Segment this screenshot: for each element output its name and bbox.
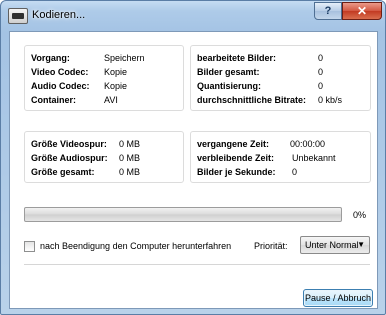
chevron-down-icon: ▼ [357,240,365,249]
video-size-value: 0 MB [119,139,141,149]
container-value: AVI [104,95,118,105]
priority-selected-value: Unter Normal [305,240,359,250]
video-codec-label: Video Codec: [31,67,89,77]
encode-progress-bar [24,207,342,222]
size-panel: Größe Videospur: 0 MB Größe Audiospur: 0… [24,131,184,183]
close-button[interactable]: ✕ [342,2,382,20]
fps-label: Bilder je Sekunde: [197,167,276,177]
audio-size-value: 0 MB [119,153,141,163]
processed-frames-label: bearbeitete Bilder: [197,53,277,63]
shutdown-checkbox[interactable] [24,241,35,252]
quantization-label: Quantisierung: [197,81,262,91]
total-frames-label: Bilder gesamt: [197,67,260,77]
pause-abort-button[interactable]: Pause / Abbruch [303,289,373,307]
audio-size-label: Größe Audiospur: [31,153,108,163]
audio-codec-value: Kopie [104,81,128,91]
quantization-value: 0 [318,81,324,91]
help-button[interactable]: ? [314,2,342,20]
divider [24,264,370,265]
video-size-label: Größe Videospur: [31,139,107,149]
avg-bitrate-label: durchschnittliche Bitrate: [197,95,307,105]
progress-percent: 0% [353,210,367,220]
processed-frames-value: 0 [318,53,324,63]
remaining-time-value: Unbekannt [292,153,336,163]
total-size-label: Größe gesamt: [31,167,95,177]
audio-codec-label: Audio Codec: [31,81,90,91]
time-panel: vergangene Zeit: 00:00:00 verbleibende Z… [190,131,371,183]
elapsed-time-value: 00:00:00 [290,139,326,149]
elapsed-time-label: vergangene Zeit: [197,139,270,149]
priority-select[interactable]: Unter Normal ▼ [300,236,370,254]
video-codec-value: Kopie [104,67,128,77]
title-bar[interactable]: Kodieren... ? ✕ [1,1,385,31]
encoding-info-panel: Vorgang: Speichern Video Codec: Kopie Au… [24,45,184,111]
shutdown-checkbox-label[interactable]: nach Beendigung den Computer herunterfah… [40,241,231,251]
total-frames-value: 0 [318,67,324,77]
frame-stats-panel: bearbeitete Bilder: 0 Bilder gesamt: 0 Q… [190,45,371,111]
app-icon [8,8,28,24]
process-label: Vorgang: [31,53,70,63]
total-size-value: 0 MB [119,167,141,177]
encode-dialog-window: Kodieren... ? ✕ Vorgang: Speichern Video… [0,0,386,315]
window-title: Kodieren... [32,9,86,21]
avg-bitrate-value: 0 kb/s [318,95,343,105]
process-value: Speichern [104,53,145,63]
dialog-content: Vorgang: Speichern Video Codec: Kopie Au… [9,31,378,309]
priority-label: Priorität: [254,241,288,251]
remaining-time-label: verbleibende Zeit: [197,153,275,163]
fps-value: 0 [292,167,298,177]
container-label: Container: [31,95,76,105]
